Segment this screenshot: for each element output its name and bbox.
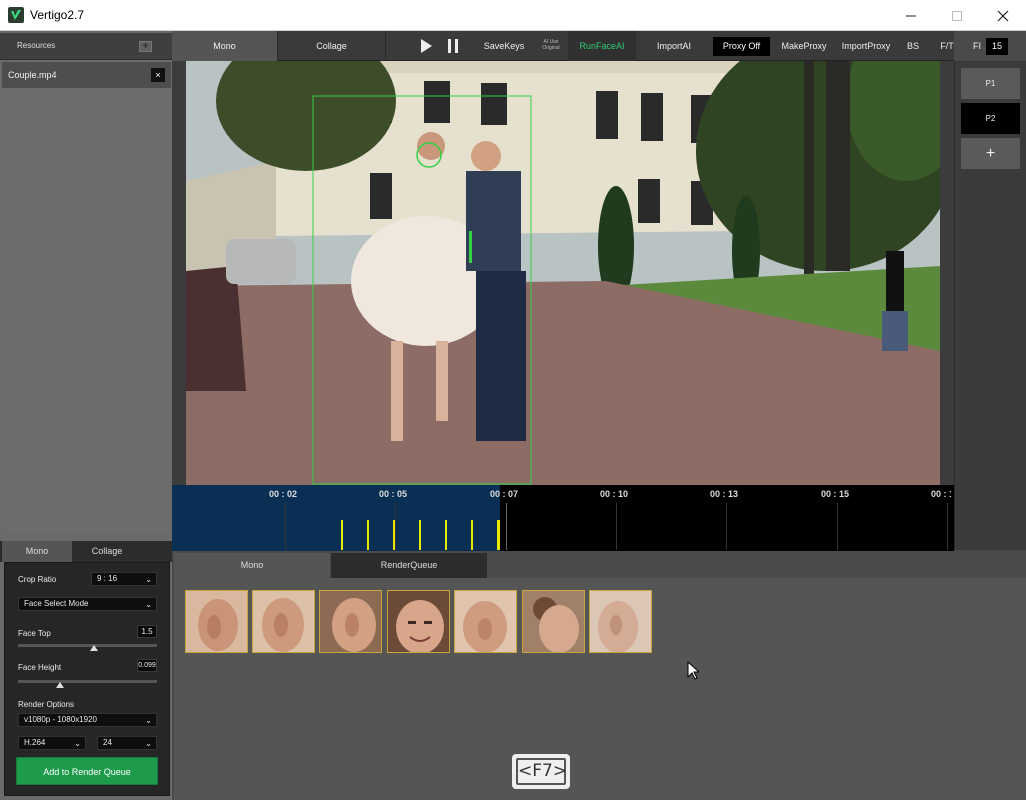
timeline-tick [395, 503, 396, 550]
face-top-slider-thumb[interactable] [90, 645, 99, 651]
face-height-slider[interactable] [18, 680, 157, 683]
face-thumbnail[interactable] [185, 590, 248, 653]
ft-button[interactable]: F/T [934, 31, 960, 61]
chevron-down-icon: ⌄ [145, 716, 152, 725]
resource-item[interactable]: Couple.mp4 [2, 62, 171, 88]
tab-collage[interactable]: Collage [278, 31, 386, 61]
mouse-cursor-icon [687, 660, 701, 682]
timeline-tick-label: 00 : 13 [710, 489, 739, 499]
tab-settings-mono[interactable]: Mono [2, 541, 72, 562]
preset-p1-button[interactable]: P1 [961, 68, 1020, 99]
face-mode-dropdown[interactable]: Face Select Mode ⌄ [18, 597, 157, 611]
f7-key-label: <F7> [516, 758, 567, 785]
crop-ratio-dropdown[interactable]: 9 : 16 ⌄ [91, 572, 157, 586]
face-thumbnail[interactable] [454, 590, 517, 653]
keyframe-marker[interactable] [367, 520, 369, 550]
face-thumbnail[interactable] [522, 590, 585, 653]
codec-dropdown[interactable]: H.264 ⌄ [18, 736, 86, 750]
timeline-tick-label: 00 : 1 [931, 489, 951, 499]
add-preset-button[interactable]: + [961, 138, 1020, 169]
tab-settings-collage[interactable]: Collage [72, 541, 142, 562]
resources-title: Resources [17, 41, 56, 50]
ai-use-original-toggle[interactable]: AI Use Original [536, 39, 566, 51]
face-top-label: Face Top [18, 629, 51, 638]
timeline-tick-label: 00 : 05 [379, 489, 408, 499]
maximize-icon[interactable] [934, 0, 980, 31]
original-label: Original [542, 45, 560, 51]
add-to-render-queue-button[interactable]: Add to Render Queue [16, 757, 158, 785]
face-top-slider[interactable] [18, 644, 157, 647]
face-height-value[interactable]: 0.099 [137, 659, 157, 672]
right-panel [954, 61, 1026, 550]
chevron-down-icon: ⌄ [145, 600, 152, 609]
settings-tabs: Mono Collage [0, 541, 172, 562]
crop-ratio-value: 9 : 16 [97, 574, 118, 583]
resources-header: Resources + [0, 33, 172, 60]
timeline-tick-label: 00 : 10 [600, 489, 629, 499]
keyframe-marker[interactable] [341, 520, 343, 550]
title-bar: Vertigo2.7 [0, 0, 1026, 31]
close-icon[interactable] [980, 0, 1026, 31]
video-preview[interactable] [186, 61, 940, 485]
timeline-tick [506, 503, 507, 550]
proxy-off-toggle[interactable]: Proxy Off [713, 37, 770, 56]
resolution-dropdown[interactable]: v1080p - 1080x1920 ⌄ [18, 713, 157, 727]
timeline-tick [726, 503, 727, 550]
keyframe-marker[interactable] [445, 520, 447, 550]
timeline-tick [285, 503, 286, 550]
face-thumbnail[interactable] [319, 590, 382, 653]
timeline-played-region [172, 485, 500, 551]
check-logo-icon [8, 7, 24, 23]
app-title: Vertigo2.7 [30, 8, 85, 22]
fi-label: FI [973, 41, 981, 51]
fps-value: 24 [103, 738, 112, 747]
save-keys-button[interactable]: SaveKeys [478, 31, 530, 61]
crop-ratio-label: Crop Ratio [18, 575, 57, 584]
top-toolbar: Mono Collage SaveKeys AI Use Original Ru… [172, 31, 954, 61]
keyframe-marker[interactable] [393, 520, 395, 550]
timeline-tick-label: 00 : 02 [269, 489, 298, 499]
pause-icon[interactable] [444, 31, 462, 61]
resolution-value: v1080p - 1080x1920 [24, 715, 97, 724]
face-mode-value: Face Select Mode [24, 599, 89, 608]
keyframe-marker[interactable] [471, 520, 473, 550]
render-options-label: Render Options [18, 700, 75, 709]
import-proxy-button[interactable]: ImportProxy [836, 31, 896, 61]
minimize-icon[interactable] [888, 0, 934, 31]
face-height-slider-thumb[interactable] [55, 682, 64, 688]
keyframe-marker[interactable] [419, 520, 421, 550]
preset-p2-button[interactable]: P2 [961, 103, 1020, 134]
chevron-down-icon: ⌄ [74, 739, 81, 748]
codec-value: H.264 [24, 738, 46, 747]
resource-close-button[interactable]: × [151, 68, 165, 82]
timeline-tick [616, 503, 617, 550]
fps-dropdown[interactable]: 24 ⌄ [97, 736, 157, 750]
resource-item-label: Couple.mp4 [8, 70, 57, 80]
face-top-value[interactable]: 1.5 [137, 625, 157, 638]
bs-button[interactable]: BS [902, 31, 924, 61]
import-ai-button[interactable]: ImportAI [646, 31, 702, 61]
timeline-tick [947, 503, 948, 550]
plus-icon[interactable]: + [139, 41, 152, 52]
face-thumbnail[interactable] [589, 590, 652, 653]
tab-mono[interactable]: Mono [172, 31, 278, 61]
face-thumbnail[interactable] [387, 590, 450, 653]
run-face-ai-button[interactable]: RunFaceAI [568, 31, 636, 61]
timeline-tick-label: 00 : 07 [490, 489, 519, 499]
face-thumbnail[interactable] [252, 590, 315, 653]
face-height-label: Face Height [18, 663, 62, 672]
make-proxy-button[interactable]: MakeProxy [776, 31, 832, 61]
chevron-down-icon: ⌄ [145, 575, 152, 584]
chevron-down-icon: ⌄ [145, 739, 152, 748]
resources-list-empty [2, 89, 171, 533]
tab-bottom-mono[interactable]: Mono [174, 553, 330, 578]
f7-key-hint: <F7> [512, 754, 570, 789]
fi-value[interactable]: 15 [986, 38, 1008, 55]
timeline-tick-label: 00 : 15 [821, 489, 850, 499]
tab-render-queue[interactable]: RenderQueue [331, 553, 487, 578]
play-icon[interactable] [416, 31, 436, 61]
playhead[interactable] [497, 520, 500, 550]
timeline-tick [837, 503, 838, 550]
